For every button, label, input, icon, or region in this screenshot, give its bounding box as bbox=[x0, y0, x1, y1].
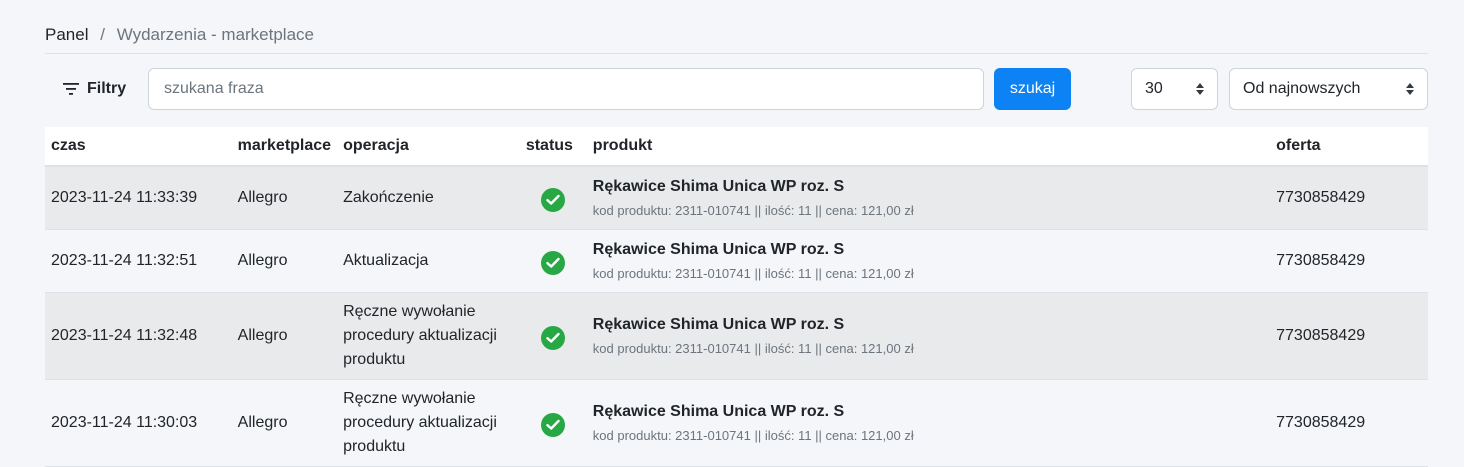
check-circle-icon bbox=[541, 326, 566, 350]
column-header-offer[interactable]: oferta bbox=[1270, 127, 1428, 167]
table-row[interactable]: 2023-11-24 11:33:39 Allegro Zakończenie … bbox=[45, 166, 1428, 230]
page-size-select[interactable]: 30 bbox=[1131, 68, 1218, 110]
product-name[interactable]: Rękawice Shima Unica WP roz. S bbox=[593, 316, 1264, 334]
table-row[interactable]: 2023-11-24 11:32:51 Allegro Aktualizacja… bbox=[45, 229, 1428, 293]
breadcrumb-home[interactable]: Panel bbox=[45, 25, 88, 44]
updown-icon bbox=[1406, 83, 1414, 95]
sort-select[interactable]: Od najnowszych bbox=[1229, 68, 1428, 110]
cell-operation: Zakończenie bbox=[337, 166, 520, 230]
toolbar: Filtry szukaj 30 Od najnowszych bbox=[45, 54, 1428, 127]
check-circle-icon bbox=[541, 251, 566, 275]
cell-status bbox=[519, 166, 587, 230]
product-meta: kod produktu: 2311-010741 || ilość: 11 |… bbox=[592, 341, 914, 356]
breadcrumb: Panel / Wydarzenia - marketplace bbox=[45, 0, 1428, 54]
cell-offer[interactable]: 7730858429 bbox=[1270, 379, 1428, 467]
column-header-product[interactable]: produkt bbox=[586, 127, 1271, 167]
filters-toggle[interactable]: Filtry bbox=[63, 80, 126, 98]
cell-time: 2023-11-24 11:30:03 bbox=[45, 379, 232, 467]
cell-marketplace: Allegro bbox=[231, 229, 338, 293]
cell-marketplace: Allegro bbox=[231, 292, 338, 380]
column-header-marketplace[interactable]: marketplace bbox=[231, 127, 338, 167]
cell-marketplace: Allegro bbox=[231, 379, 338, 467]
cell-time: 2023-11-24 11:32:51 bbox=[45, 229, 232, 293]
cell-offer[interactable]: 7730858429 bbox=[1270, 166, 1428, 230]
table-row[interactable]: 2023-11-24 11:30:03 Allegro Ręczne wywoł… bbox=[45, 379, 1428, 467]
search-input[interactable] bbox=[148, 68, 984, 110]
cell-operation: Aktualizacja bbox=[337, 229, 520, 293]
cell-product: Rękawice Shima Unica WP roz. S kod produ… bbox=[586, 166, 1271, 230]
breadcrumb-current: Wydarzenia - marketplace bbox=[116, 25, 314, 44]
cell-status bbox=[519, 379, 587, 467]
cell-product: Rękawice Shima Unica WP roz. S kod produ… bbox=[586, 229, 1271, 293]
cell-offer[interactable]: 7730858429 bbox=[1270, 229, 1428, 293]
check-circle-icon bbox=[541, 413, 566, 437]
updown-icon bbox=[1196, 83, 1204, 95]
page-size-value: 30 bbox=[1145, 80, 1163, 97]
cell-product: Rękawice Shima Unica WP roz. S kod produ… bbox=[586, 292, 1271, 380]
column-header-status[interactable]: status bbox=[519, 127, 587, 167]
cell-product: Rękawice Shima Unica WP roz. S kod produ… bbox=[586, 379, 1271, 467]
search-button[interactable]: szukaj bbox=[994, 68, 1071, 110]
events-table: czas marketplace operacja status produkt… bbox=[45, 127, 1428, 467]
cell-offer[interactable]: 7730858429 bbox=[1270, 292, 1428, 380]
cell-time: 2023-11-24 11:32:48 bbox=[45, 292, 232, 380]
cell-marketplace: Allegro bbox=[231, 166, 338, 230]
product-meta: kod produktu: 2311-010741 || ilość: 11 |… bbox=[592, 428, 914, 443]
filter-lines-icon bbox=[63, 83, 79, 95]
product-meta: kod produktu: 2311-010741 || ilość: 11 |… bbox=[592, 203, 914, 218]
sort-value: Od najnowszych bbox=[1243, 80, 1361, 97]
table-row[interactable]: 2023-11-24 11:32:48 Allegro Ręczne wywoł… bbox=[45, 292, 1428, 380]
column-header-time[interactable]: czas bbox=[45, 127, 232, 167]
check-circle-icon bbox=[541, 188, 566, 212]
product-name[interactable]: Rękawice Shima Unica WP roz. S bbox=[593, 178, 1264, 196]
cell-operation: Ręczne wywołanie procedury aktualizacji … bbox=[337, 379, 520, 467]
filters-label: Filtry bbox=[87, 80, 127, 97]
product-name[interactable]: Rękawice Shima Unica WP roz. S bbox=[593, 241, 1264, 259]
cell-time: 2023-11-24 11:33:39 bbox=[45, 166, 232, 230]
product-meta: kod produktu: 2311-010741 || ilość: 11 |… bbox=[592, 266, 914, 281]
column-header-operation[interactable]: operacja bbox=[337, 127, 520, 167]
product-name[interactable]: Rękawice Shima Unica WP roz. S bbox=[593, 403, 1264, 421]
breadcrumb-separator: / bbox=[100, 25, 105, 44]
cell-status bbox=[519, 229, 587, 293]
cell-status bbox=[519, 292, 587, 380]
cell-operation: Ręczne wywołanie procedury aktualizacji … bbox=[337, 292, 520, 380]
page-content: Panel / Wydarzenia - marketplace Filtry … bbox=[45, 0, 1428, 467]
table-header-row: czas marketplace operacja status produkt… bbox=[45, 127, 1428, 167]
